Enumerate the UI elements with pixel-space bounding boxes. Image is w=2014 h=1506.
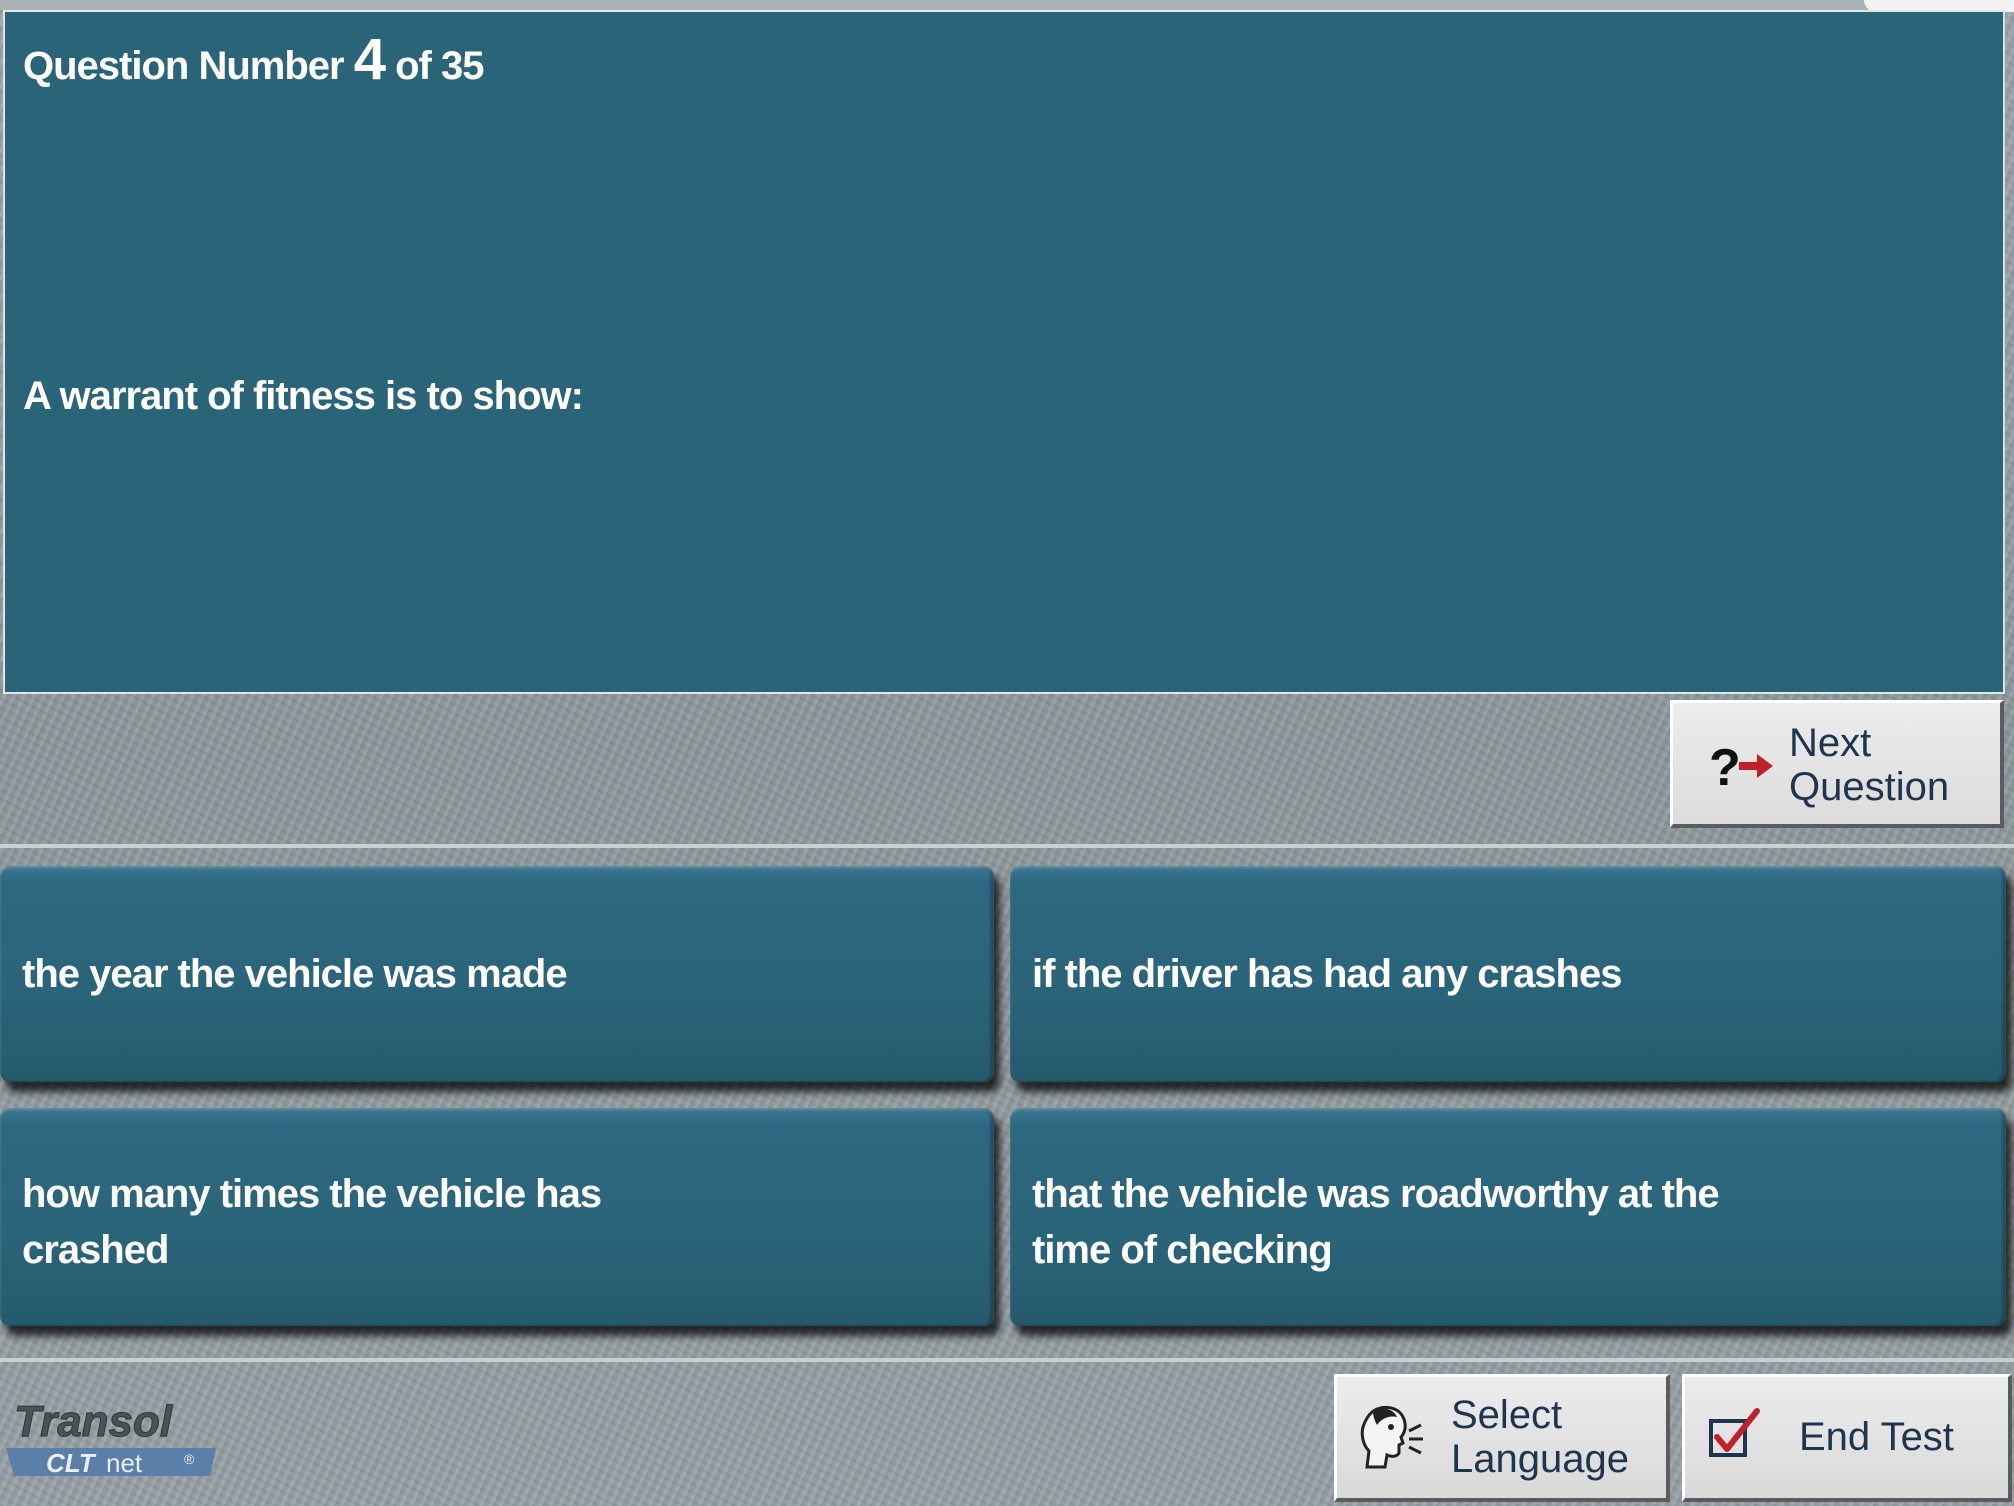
answer-option-2-text: if the driver has had any crashes [1032, 952, 1622, 996]
question-arrow-icon: ? [1709, 735, 1779, 797]
top-strip [0, 0, 2014, 10]
question-text: A warrant of fitness is to show: [23, 374, 584, 418]
transol-logo: Transol CLT net ® [6, 1392, 226, 1480]
speaking-head-icon [1357, 1403, 1427, 1473]
question-panel: Question Number 4 of 35 A warrant of fit… [3, 10, 2005, 694]
test-screen: Question Number 4 of 35 A warrant of fit… [0, 0, 2014, 1506]
svg-text:net: net [106, 1448, 143, 1478]
next-button-label-line1: Next [1789, 721, 1872, 765]
divider-lower [0, 1358, 2014, 1362]
select-language-label-line2: Language [1451, 1437, 1629, 1481]
question-number-total: of 35 [395, 44, 484, 88]
svg-text:CLT: CLT [46, 1448, 97, 1478]
checkbox-tick-icon [1707, 1407, 1763, 1463]
answer-option-4-text: that the vehicle was roadworthy at the t… [1032, 1172, 1720, 1272]
svg-text:®: ® [184, 1451, 195, 1467]
divider-upper [0, 844, 2014, 848]
question-number-value: 4 [353, 27, 386, 92]
end-test-label: End Test [1799, 1415, 1954, 1459]
next-question-button[interactable]: ? Next Question [1670, 700, 2004, 828]
answer-option-1-text: the year the vehicle was made [22, 952, 568, 996]
end-test-button[interactable]: End Test [1682, 1374, 2012, 1502]
select-language-button[interactable]: Select Language [1334, 1374, 1670, 1502]
answer-option-3[interactable]: how many times the vehicle has crashed [0, 1108, 994, 1326]
answer-option-1[interactable]: the year the vehicle was made [0, 866, 994, 1082]
question-number-prefix: Question Number [23, 44, 345, 88]
next-button-label-line2: Question [1789, 765, 1950, 809]
question-number: Question Number 4 of 35 [23, 26, 484, 93]
answer-option-4[interactable]: that the vehicle was roadworthy at the t… [1010, 1108, 2006, 1326]
svg-text:Transol: Transol [14, 1397, 173, 1446]
answer-option-2[interactable]: if the driver has had any crashes [1010, 866, 2006, 1082]
svg-text:?: ? [1709, 739, 1741, 795]
select-language-label-line1: Select [1451, 1393, 1563, 1437]
answer-option-3-text: how many times the vehicle has crashed [22, 1172, 602, 1272]
